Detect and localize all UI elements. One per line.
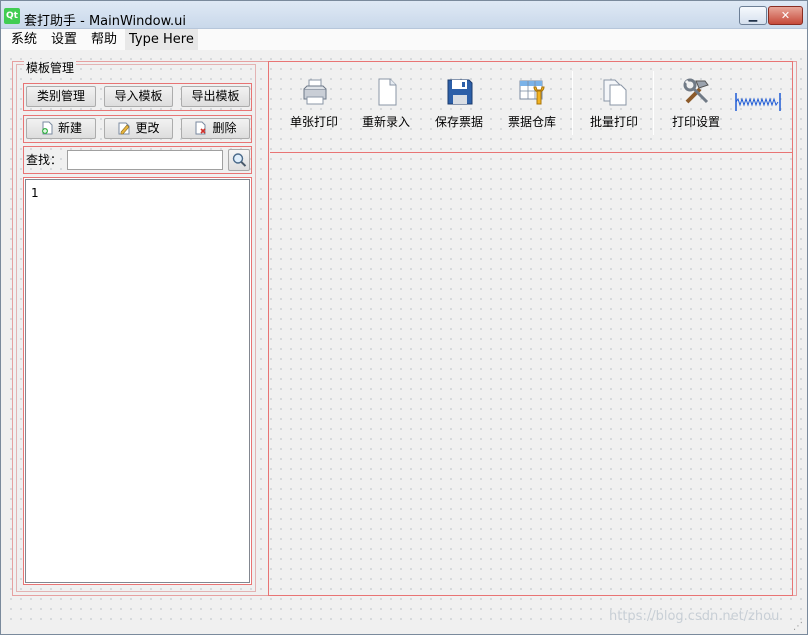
window-title: 套打助手 - MainWindow.ui: [24, 14, 187, 29]
menu-help[interactable]: 帮助: [87, 29, 121, 50]
toolbar-print-single[interactable]: 单张打印: [278, 75, 350, 135]
close-button[interactable]: ✕: [768, 6, 803, 25]
toolbar-label: 单张打印: [289, 115, 338, 129]
toolbar-label: 票据仓库: [507, 115, 556, 129]
search-label: 查找：: [26, 153, 63, 167]
delete-doc-icon: [195, 121, 207, 135]
toolbar-separator: [653, 71, 654, 135]
printer-icon: [303, 79, 327, 105]
new-doc-icon: [41, 121, 53, 135]
toolbar-batch-print[interactable]: 批量打印: [578, 75, 650, 135]
menu-bar: 系统 设置 帮助 Type Here: [1, 29, 807, 50]
toolbar-ticket-warehouse[interactable]: 票据仓库: [496, 75, 568, 135]
delete-button[interactable]: 删除: [181, 118, 250, 139]
list-item[interactable]: 1: [31, 186, 39, 200]
floppy-disk-icon: [447, 79, 473, 105]
delete-button-label: 删除: [212, 121, 237, 135]
resize-grip-icon[interactable]: ⋰: [793, 621, 805, 633]
menu-system[interactable]: 系统: [7, 29, 41, 50]
blank-page-icon: [378, 78, 397, 106]
new-button[interactable]: 新建: [26, 118, 96, 139]
toolbar-label: 重新录入: [361, 115, 410, 129]
copy-pages-icon: [603, 79, 627, 106]
minimize-icon: ▁: [748, 9, 758, 22]
new-button-label: 新建: [57, 121, 82, 135]
tools-icon: [683, 78, 709, 104]
magnifier-icon: [232, 153, 247, 167]
watermark-text: https://blog.csdn.net/zhou: [609, 609, 780, 624]
groupbox-title: 模板管理: [24, 59, 77, 76]
edit-button[interactable]: 更改: [104, 118, 173, 139]
toolbar-label: 批量打印: [589, 115, 638, 129]
menu-settings[interactable]: 设置: [47, 29, 81, 50]
title-bar[interactable]: Qt 套打助手 - MainWindow.ui ▁ ✕: [1, 1, 807, 29]
edit-icon: [118, 122, 130, 135]
qt-logo-icon: Qt: [4, 8, 20, 24]
search-button[interactable]: [228, 149, 250, 171]
toolbar-separator: [572, 71, 573, 135]
toolbar-reenter[interactable]: 重新录入: [350, 75, 422, 135]
toolbar-label: 保存票据: [434, 115, 483, 129]
main-window: Qt 套打助手 - MainWindow.ui ▁ ✕ 系统 设置 帮助 Typ…: [0, 0, 808, 635]
horizontal-spacer-icon: [735, 93, 781, 111]
export-template-button[interactable]: 导出模板: [181, 86, 250, 107]
search-input[interactable]: [67, 150, 223, 170]
template-list-inner: 1: [25, 179, 250, 583]
table-wrench-icon: [519, 80, 545, 105]
template-list[interactable]: 1: [23, 177, 252, 585]
close-icon: ✕: [780, 9, 791, 22]
category-manage-button[interactable]: 类别管理: [26, 86, 96, 107]
toolbar-label: 打印设置: [671, 115, 720, 129]
import-template-button[interactable]: 导入模板: [104, 86, 173, 107]
minimize-button[interactable]: ▁: [739, 6, 767, 25]
menu-type-here[interactable]: Type Here: [125, 29, 198, 50]
toolbar-save-ticket[interactable]: 保存票据: [423, 75, 495, 135]
toolbar-print-settings[interactable]: 打印设置: [660, 75, 732, 135]
main-work-area[interactable]: [270, 152, 792, 595]
edit-button-label: 更改: [135, 121, 160, 135]
